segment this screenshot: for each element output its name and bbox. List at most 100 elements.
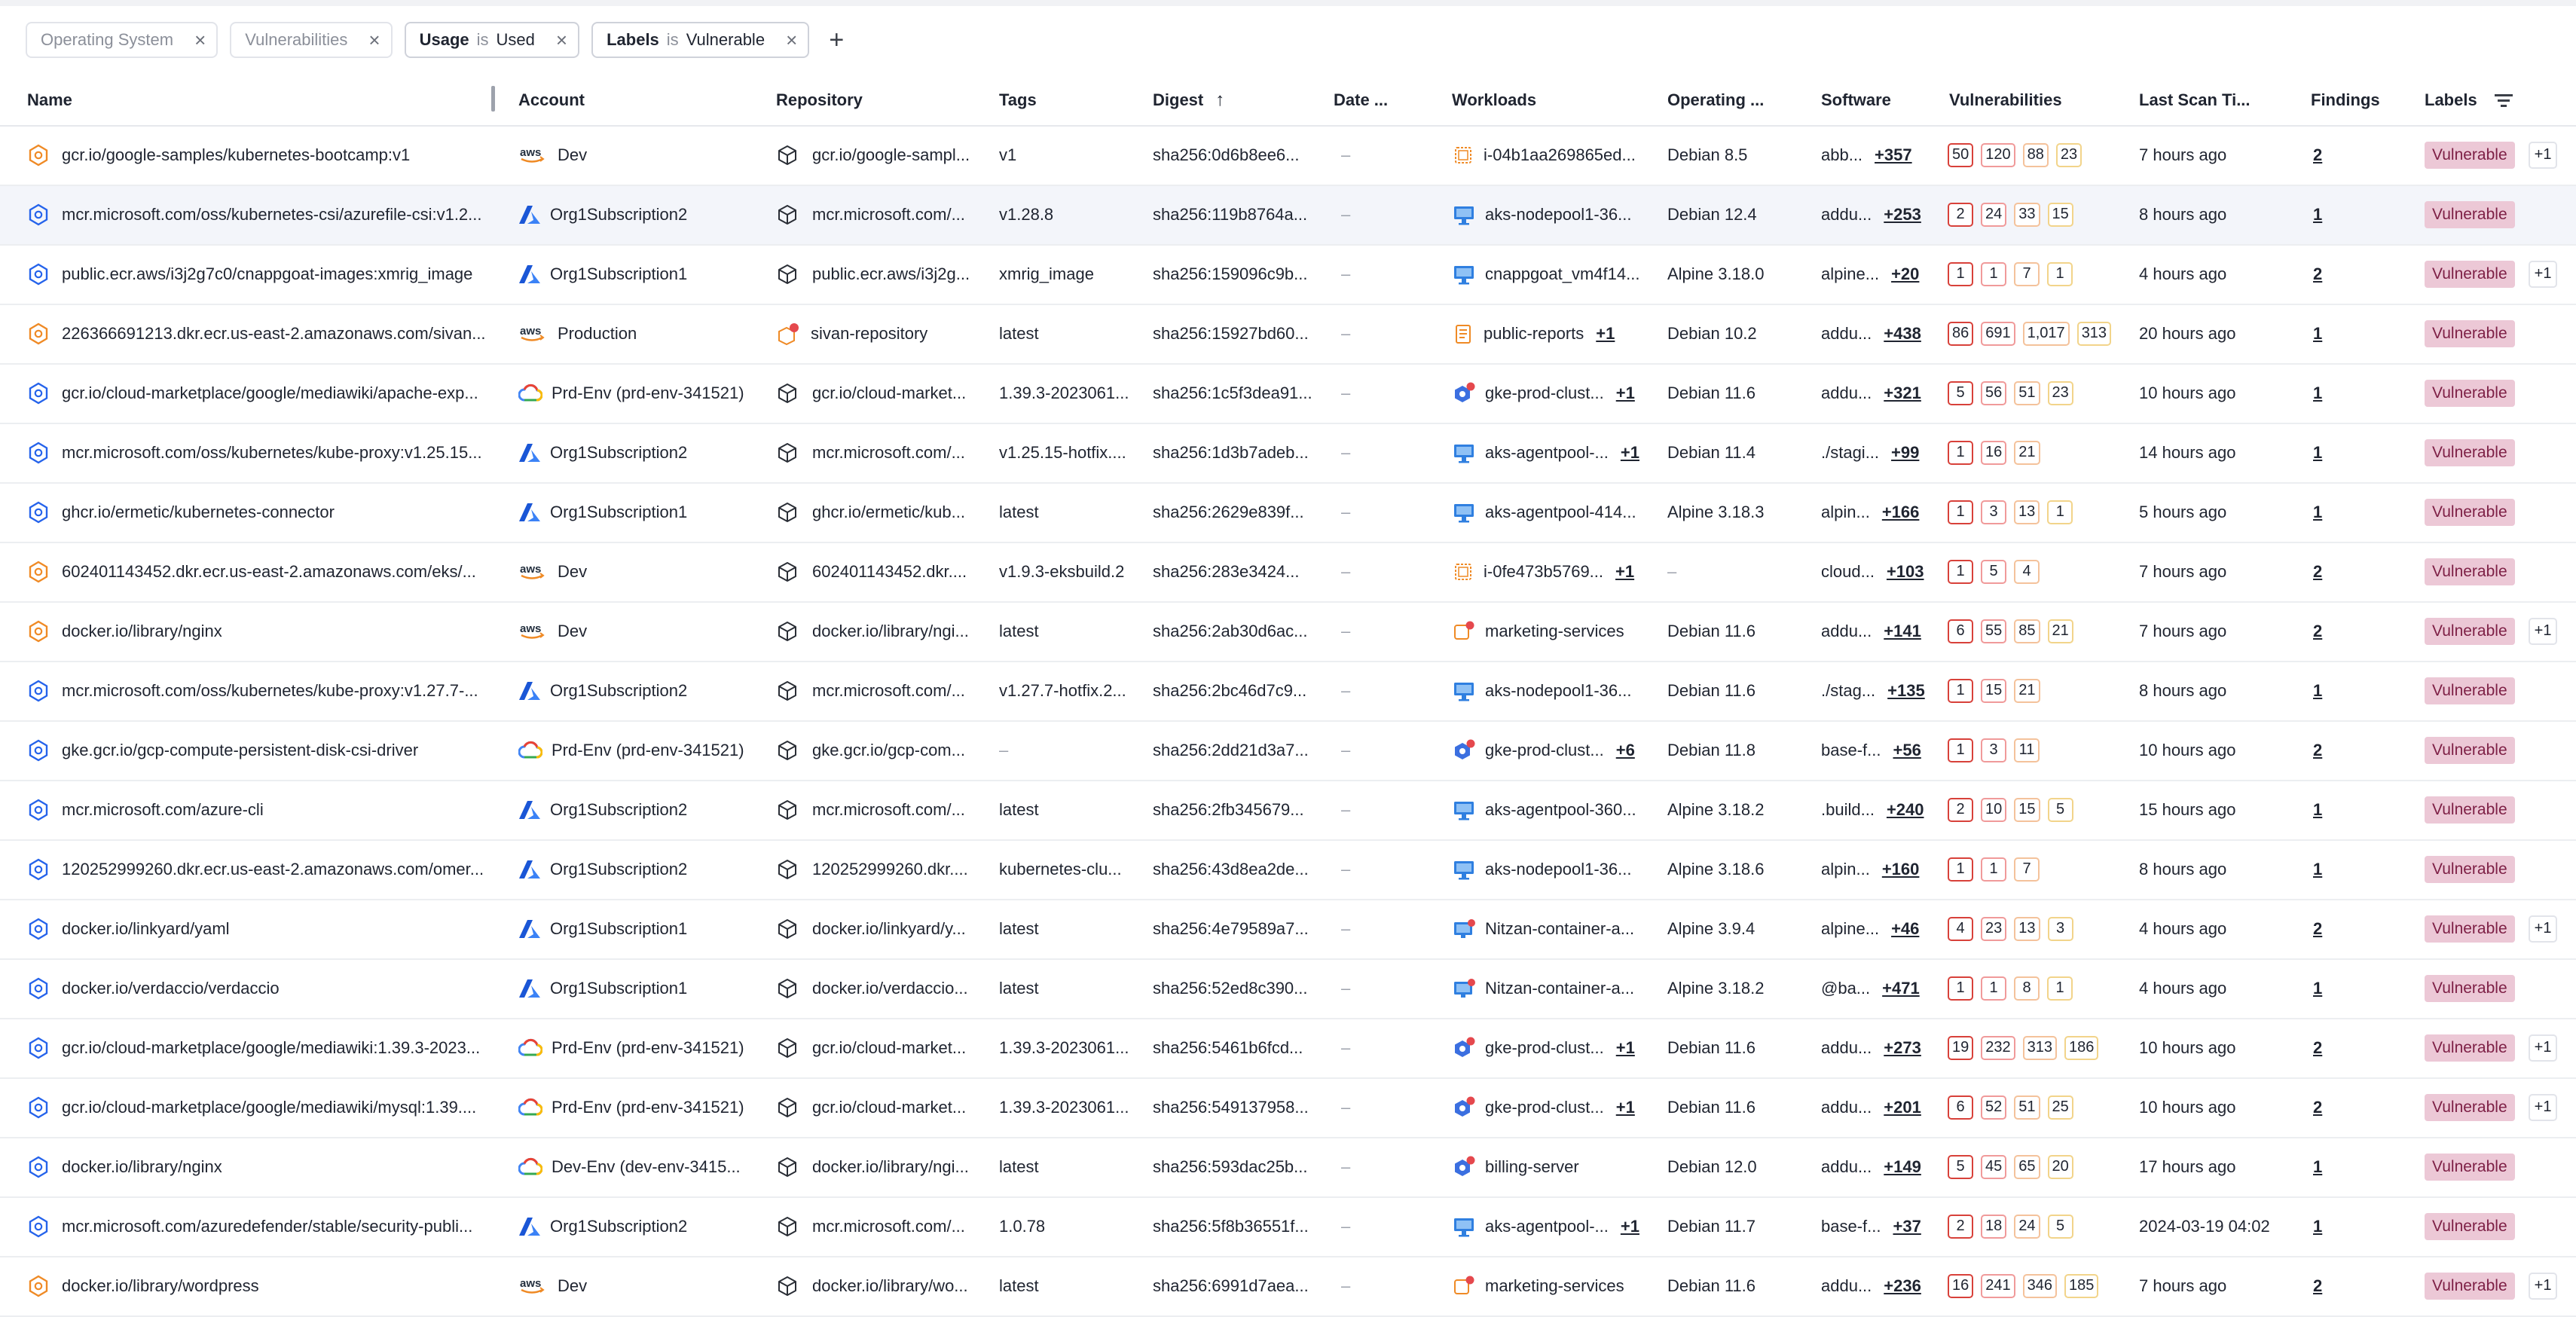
software-more-link[interactable]: +56 (1893, 741, 1921, 760)
table-row[interactable]: public.ecr.aws/i3j2g7c0/cnappgoat-images… (0, 246, 2576, 305)
vulnerability-count-badge[interactable]: 1 (1981, 976, 2006, 1001)
vulnerability-count-badge[interactable]: 24 (1981, 202, 2007, 227)
vulnerability-count-badge[interactable]: 3 (1981, 500, 2006, 524)
findings-link[interactable]: 2 (2313, 264, 2322, 284)
software-more-link[interactable]: +135 (1887, 681, 1925, 701)
findings-link[interactable]: 1 (2313, 1217, 2322, 1236)
table-row[interactable]: docker.io/linkyard/yaml Org1Subscription1… (0, 900, 2576, 960)
table-row[interactable]: ghcr.io/ermetic/kubernetes-connector Org1… (0, 484, 2576, 543)
vulnerability-count-badge[interactable]: 8 (2014, 976, 2040, 1001)
vulnerability-count-badge[interactable]: 10 (1981, 797, 2007, 822)
vulnerability-count-badge[interactable]: 51 (2014, 380, 2040, 405)
close-icon[interactable]: × (556, 30, 567, 50)
table-row[interactable]: gcr.io/cloud-marketplace/google/mediawik… (0, 1079, 2576, 1138)
labels-more-button[interactable]: +1 (2528, 915, 2558, 943)
vulnerability-count-badge[interactable]: 56 (1981, 380, 2007, 405)
vulnerability-count-badge[interactable]: 3 (1981, 738, 2006, 762)
findings-link[interactable]: 2 (2313, 741, 2322, 760)
filter-chip[interactable]: Vulnerabilities × (230, 22, 393, 58)
vulnerability-count-badge[interactable]: 1 (2047, 976, 2073, 1001)
vulnerability-count-badge[interactable]: 2 (1948, 797, 1973, 822)
table-row[interactable]: gke.gcr.io/gcp-compute-persistent-disk-c… (0, 722, 2576, 781)
close-icon[interactable]: × (194, 30, 206, 50)
vulnerability-count-badge[interactable]: 15 (2047, 202, 2073, 227)
vulnerability-count-badge[interactable]: 45 (1981, 1154, 2007, 1179)
workloads-more-link[interactable]: +1 (1621, 1217, 1639, 1236)
close-icon[interactable]: × (786, 30, 797, 50)
vulnerability-count-badge[interactable]: 1 (2047, 500, 2073, 524)
vulnerability-count-badge[interactable]: 120 (1981, 142, 2015, 167)
findings-link[interactable]: 1 (2313, 979, 2322, 998)
col-last-scan[interactable]: Last Scan Ti... (2139, 75, 2251, 125)
findings-link[interactable]: 1 (2313, 205, 2322, 225)
software-more-link[interactable]: +273 (1884, 1038, 1921, 1058)
table-row[interactable]: gcr.io/cloud-marketplace/google/mediawik… (0, 1019, 2576, 1079)
findings-link[interactable]: 2 (2313, 562, 2322, 582)
labels-more-button[interactable]: +1 (2528, 1093, 2558, 1121)
vulnerability-count-badge[interactable]: 33 (2014, 202, 2040, 227)
vulnerability-count-badge[interactable]: 691 (1981, 321, 2015, 346)
software-more-link[interactable]: +160 (1882, 860, 1920, 879)
vulnerability-count-badge[interactable]: 23 (1981, 916, 2007, 941)
filter-lines-icon[interactable] (2494, 91, 2513, 110)
vulnerability-count-badge[interactable]: 313 (2022, 1035, 2057, 1060)
vulnerability-count-badge[interactable]: 186 (2064, 1035, 2099, 1060)
vulnerability-count-badge[interactable]: 88 (2022, 142, 2049, 167)
vulnerability-count-badge[interactable]: 2 (1948, 202, 1973, 227)
table-row[interactable]: docker.io/library/nginx aws Dev docker.io/l… (0, 603, 2576, 662)
findings-link[interactable]: 1 (2313, 443, 2322, 463)
vulnerability-count-badge[interactable]: 52 (1981, 1095, 2007, 1120)
software-more-link[interactable]: +471 (1882, 979, 1920, 998)
table-row[interactable]: 226366691213.dkr.ecr.us-east-2.amazonaws… (0, 305, 2576, 365)
col-findings[interactable]: Findings (2311, 75, 2380, 125)
table-row[interactable]: mcr.microsoft.com/azuredefender/stable/s… (0, 1198, 2576, 1257)
vulnerability-count-badge[interactable]: 1 (1948, 261, 1973, 286)
labels-more-button[interactable]: +1 (2528, 1272, 2558, 1300)
workloads-more-link[interactable]: +1 (1621, 443, 1639, 463)
software-more-link[interactable]: +166 (1882, 503, 1920, 522)
vulnerability-count-badge[interactable]: 24 (2014, 1214, 2040, 1239)
labels-more-button[interactable]: +1 (2528, 260, 2558, 288)
vulnerability-count-badge[interactable]: 86 (1948, 321, 1974, 346)
workloads-more-link[interactable]: +1 (1616, 1098, 1635, 1117)
vulnerability-count-badge[interactable]: 5 (2047, 1214, 2073, 1239)
software-more-link[interactable]: +438 (1884, 324, 1921, 344)
vulnerability-count-badge[interactable]: 16 (1948, 1273, 1974, 1298)
filter-chip[interactable]: Labels is Vulnerable × (591, 22, 810, 58)
col-name[interactable]: Name (27, 75, 72, 125)
vulnerability-count-badge[interactable]: 21 (2014, 440, 2040, 465)
vulnerability-count-badge[interactable]: 1 (1948, 500, 1973, 524)
vulnerability-count-badge[interactable]: 55 (1981, 619, 2007, 643)
col-os[interactable]: Operating ... (1667, 75, 1764, 125)
vulnerability-count-badge[interactable]: 18 (1981, 1214, 2007, 1239)
findings-link[interactable]: 2 (2313, 919, 2322, 939)
col-labels[interactable]: Labels (2425, 75, 2513, 125)
vulnerability-count-badge[interactable]: 1 (1981, 261, 2006, 286)
vulnerability-count-badge[interactable]: 5 (1981, 559, 2006, 584)
table-row[interactable]: mcr.microsoft.com/oss/kubernetes/kube-pr… (0, 424, 2576, 484)
col-workloads[interactable]: Workloads (1452, 75, 1536, 125)
vulnerability-count-badge[interactable]: 1 (2047, 261, 2073, 286)
vulnerability-count-badge[interactable]: 4 (2014, 559, 2040, 584)
findings-link[interactable]: 1 (2313, 383, 2322, 403)
vulnerability-count-badge[interactable]: 15 (1981, 678, 2007, 703)
software-more-link[interactable]: +201 (1884, 1098, 1921, 1117)
sort-ascending-icon[interactable]: ↑ (1215, 90, 1224, 111)
col-repository[interactable]: Repository (776, 75, 863, 125)
software-more-link[interactable]: +103 (1887, 562, 1924, 582)
labels-more-button[interactable]: +1 (2528, 617, 2558, 645)
software-more-link[interactable]: +46 (1891, 919, 1919, 939)
findings-link[interactable]: 1 (2313, 503, 2322, 522)
software-more-link[interactable]: +357 (1875, 145, 1912, 165)
col-digest[interactable]: Digest ↑ (1153, 75, 1224, 125)
vulnerability-count-badge[interactable]: 6 (1948, 619, 1973, 643)
vulnerability-count-badge[interactable]: 13 (2014, 500, 2040, 524)
findings-link[interactable]: 1 (2313, 324, 2322, 344)
vulnerability-count-badge[interactable]: 16 (1981, 440, 2007, 465)
vulnerability-count-badge[interactable]: 241 (1981, 1273, 2015, 1298)
vulnerability-count-badge[interactable]: 51 (2014, 1095, 2040, 1120)
findings-link[interactable]: 2 (2313, 1098, 2322, 1117)
findings-link[interactable]: 1 (2313, 860, 2322, 879)
vulnerability-count-badge[interactable]: 65 (2014, 1154, 2040, 1179)
vulnerability-count-badge[interactable]: 1 (1948, 440, 1973, 465)
